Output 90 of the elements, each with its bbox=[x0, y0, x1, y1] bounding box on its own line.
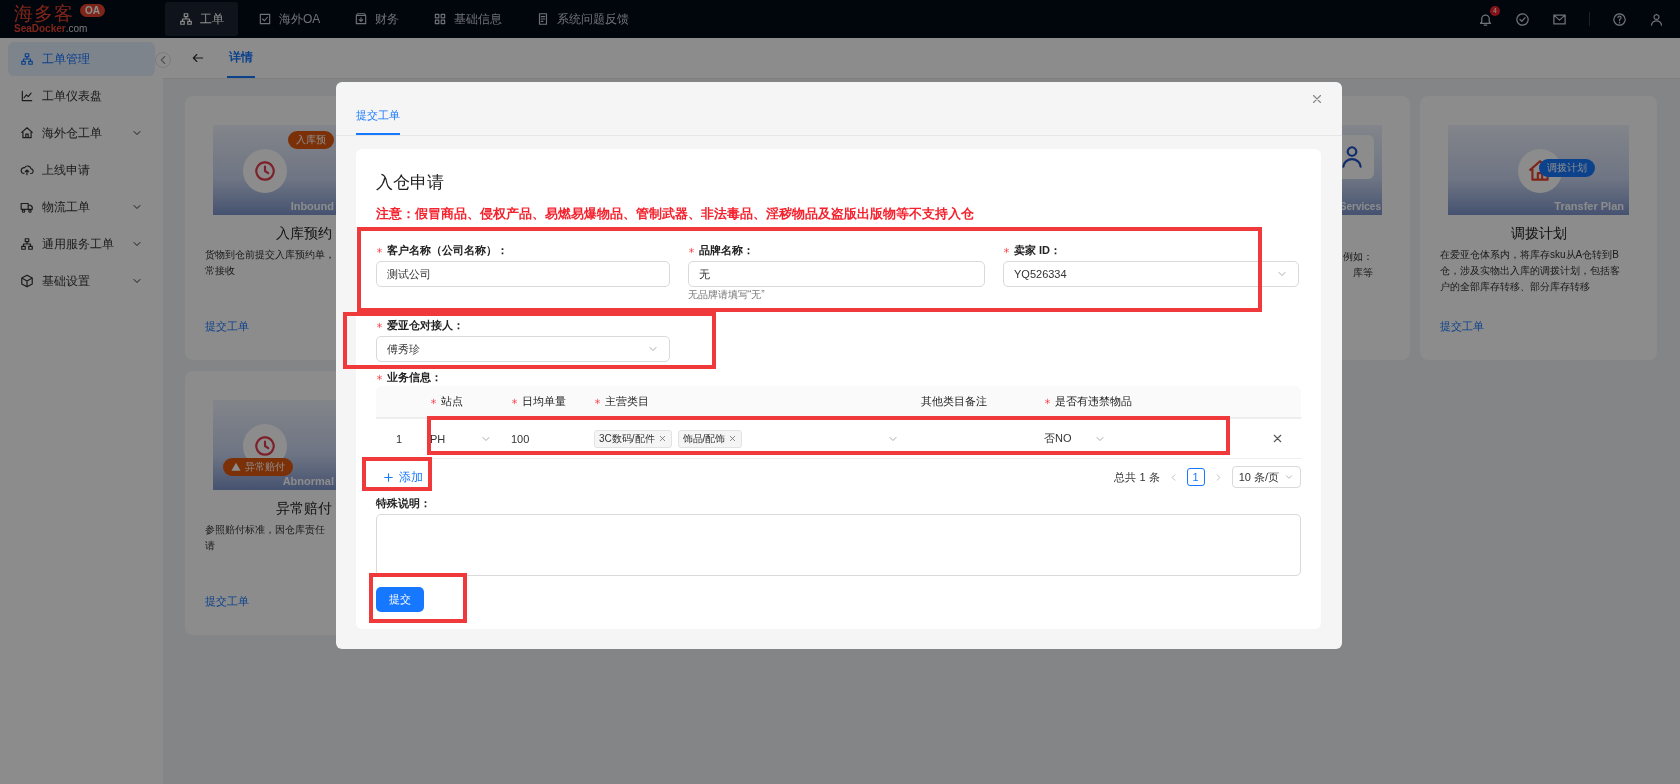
image-badge: 入库预 bbox=[288, 131, 334, 149]
column-header: 是否有违禁物品 bbox=[1055, 394, 1132, 409]
text-field[interactable]: 测试公司 bbox=[376, 261, 670, 287]
sidebar-item[interactable]: 上线申请 bbox=[8, 153, 155, 187]
page-size-select[interactable]: 10 条/页 bbox=[1231, 466, 1301, 488]
back-arrow-icon[interactable] bbox=[191, 51, 205, 65]
chevron-down-icon bbox=[1284, 472, 1294, 482]
field-label: 客户名称（公司名称）： bbox=[387, 242, 508, 258]
clock-icon bbox=[252, 433, 278, 459]
add-button[interactable]: 添加 bbox=[376, 463, 429, 491]
bell-icon[interactable] bbox=[1478, 11, 1493, 27]
close-icon bbox=[728, 434, 738, 443]
hierarchy-icon bbox=[179, 12, 193, 26]
table-cell: 100 bbox=[503, 419, 586, 459]
column-header: 主营类目 bbox=[605, 394, 649, 409]
field-label: 品牌名称： bbox=[699, 242, 754, 258]
card-description: 库等 bbox=[1353, 266, 1373, 280]
select-field[interactable]: 傅秀珍 bbox=[376, 336, 670, 362]
nav-tab[interactable]: 工单 bbox=[165, 2, 238, 36]
card-title: 调拨计划 bbox=[1510, 225, 1567, 243]
card-description: 仓，涉及实物出入库的调拨计划，包括客 bbox=[1440, 264, 1620, 278]
cube-icon bbox=[20, 274, 34, 288]
total-count: 总共 1 条 bbox=[1114, 469, 1160, 485]
sidebar-item[interactable]: 物流工单 bbox=[8, 190, 155, 224]
site-select[interactable]: PH bbox=[430, 425, 492, 452]
person-icon bbox=[1339, 144, 1365, 170]
column-header: 其他类目备注 bbox=[921, 394, 987, 409]
image-badge: 异常赔付 bbox=[223, 458, 293, 476]
nav-tab[interactable]: 基础信息 bbox=[419, 2, 517, 36]
plus-icon bbox=[382, 470, 395, 484]
sidebar-item[interactable]: 工单仪表盘 bbox=[8, 79, 155, 113]
submit-ticket-link[interactable]: 提交工单 bbox=[1440, 319, 1637, 334]
field-hint: 无品牌请填写“无” bbox=[688, 288, 766, 302]
line-chart-icon bbox=[20, 89, 34, 103]
submit-button[interactable]: 提交 bbox=[376, 587, 424, 612]
checkbox-icon bbox=[258, 12, 272, 26]
truck-icon bbox=[20, 200, 34, 214]
hierarchy-icon bbox=[20, 237, 34, 251]
close-icon[interactable] bbox=[1310, 92, 1324, 106]
form-title: 入仓申请 bbox=[376, 172, 445, 194]
logo[interactable]: 海多客 OA SeaDocker.com bbox=[0, 0, 160, 38]
card-description: 参照赔付标准，因仓库责任 bbox=[205, 523, 325, 537]
card-description: 常接收 bbox=[205, 264, 235, 278]
column-header: 日均单量 bbox=[522, 394, 566, 409]
sidebar-item[interactable]: 基础设置 bbox=[8, 264, 155, 298]
page-number[interactable]: 1 bbox=[1186, 468, 1205, 486]
sidebar-item[interactable]: 海外仓工单 bbox=[8, 116, 155, 150]
grid-icon bbox=[433, 12, 448, 26]
highlight-frame bbox=[362, 457, 432, 491]
card-description: 请 bbox=[205, 539, 215, 553]
page-tab[interactable]: 详情 bbox=[227, 38, 255, 78]
card-description: 在爱亚仓体系内，将库存sku从A仓转到B bbox=[1440, 248, 1619, 262]
image-caption: Abnormal bbox=[282, 475, 334, 487]
select-field[interactable]: YQ526334 bbox=[1003, 261, 1299, 287]
box-icon bbox=[354, 12, 369, 26]
category-tag[interactable]: 饰品/配饰 bbox=[677, 429, 743, 448]
field-label: 特殊说明： bbox=[376, 495, 431, 511]
close-icon bbox=[657, 434, 667, 443]
warning-text: 注意：假冒商品、侵权产品、易燃易爆物品、管制武器、非法毒品、淫秽物品及盗版出版物等不支持入仓 bbox=[376, 205, 975, 223]
help-icon[interactable] bbox=[1612, 11, 1627, 27]
category-tag[interactable]: 3C数码/配件 bbox=[594, 429, 672, 448]
nav-tab[interactable]: 财务 bbox=[340, 2, 414, 36]
clock-icon bbox=[252, 158, 278, 184]
textarea-field[interactable] bbox=[376, 514, 1301, 576]
card-description: 户的全部库存转移、部分库存转移 bbox=[1440, 280, 1590, 294]
collapse-icon[interactable] bbox=[155, 52, 171, 68]
field-label: 爱亚仓对接人： bbox=[387, 317, 464, 333]
nav-tab[interactable]: 海外OA bbox=[244, 2, 335, 36]
sidebar-item[interactable]: 通用服务工单 bbox=[8, 227, 155, 261]
sidebar-item[interactable]: 工单管理 bbox=[8, 42, 155, 76]
image-caption: Inbound bbox=[290, 200, 334, 212]
prohibited-select[interactable]: 否NO bbox=[1044, 425, 1106, 452]
hierarchy-icon bbox=[20, 52, 34, 66]
text-field[interactable]: 无 bbox=[688, 261, 985, 287]
nav-tab[interactable]: 系统问题反馈 bbox=[522, 2, 644, 36]
card-description: 货物到仓前提交入库预约单， bbox=[205, 248, 335, 262]
column-header: 站点 bbox=[441, 394, 463, 409]
cloud-upload-icon bbox=[20, 163, 34, 177]
image-badge: 调拨计划 bbox=[1539, 159, 1595, 177]
card-title: 异常赔付 bbox=[275, 500, 332, 518]
field-label: 卖家 ID： bbox=[1014, 242, 1062, 258]
image-caption: Transfer Plan bbox=[1554, 200, 1624, 212]
field-label: 业务信息： bbox=[387, 369, 442, 385]
mail-icon[interactable] bbox=[1552, 11, 1567, 27]
card-description: 例如： bbox=[1343, 250, 1373, 264]
house-icon bbox=[20, 126, 34, 140]
user-icon[interactable] bbox=[1649, 11, 1664, 27]
row-number: 1 bbox=[376, 419, 422, 459]
card-title: 入库预约 bbox=[275, 225, 332, 243]
dialog-tab[interactable]: 提交工单 bbox=[356, 82, 400, 135]
